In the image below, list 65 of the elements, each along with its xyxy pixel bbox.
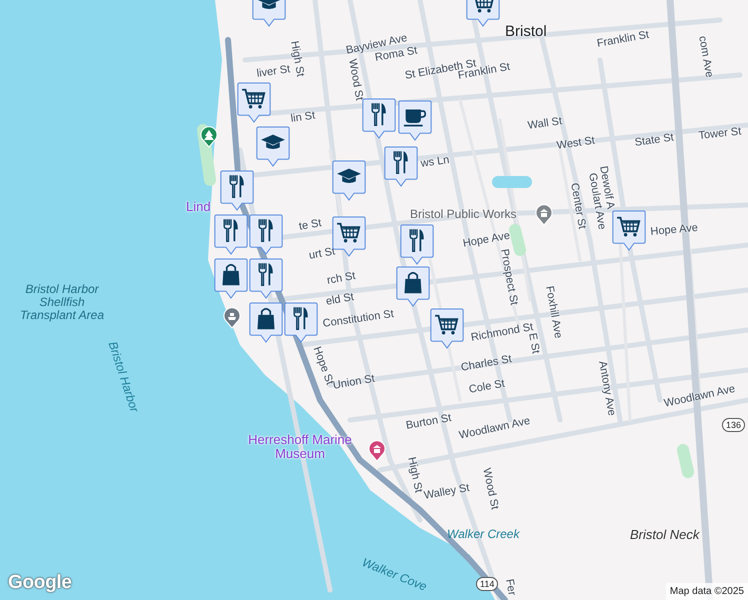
- street-label: Woodlawn Ave: [663, 382, 736, 410]
- town-label: Bristol: [505, 24, 547, 40]
- street-label: Constitution St: [322, 308, 395, 330]
- area-label: Bristol Neck: [630, 528, 700, 542]
- route-shield: 114: [476, 577, 498, 591]
- street-label: Wall St: [527, 115, 563, 132]
- street-label: rch St: [326, 270, 356, 287]
- street-label: eld St: [325, 291, 355, 308]
- boat-icon[interactable]: [223, 307, 241, 329]
- street-label: Antony Ave: [596, 360, 618, 417]
- water-label: Walker Cove: [360, 556, 428, 594]
- fork-knife-pin-icon[interactable]: [214, 214, 248, 255]
- cart-pin-icon[interactable]: [430, 308, 464, 349]
- street-label: liver St: [256, 63, 291, 80]
- street-label: Hope Ave: [650, 222, 698, 238]
- street-label: Center St: [568, 182, 588, 230]
- street-label: lin St: [290, 110, 316, 125]
- water-label: Bristol Harbor: [105, 340, 141, 414]
- street-label: West St: [556, 134, 596, 152]
- street-label: urt St: [308, 245, 336, 262]
- graduation-cap-pin-icon[interactable]: [332, 160, 366, 201]
- street-label: Tower St: [698, 126, 742, 142]
- fork-knife-pin-icon[interactable]: [249, 214, 283, 255]
- map-attribution: Map data ©2025: [666, 583, 748, 600]
- bag-pin-icon[interactable]: [396, 266, 430, 307]
- map-logo: Google: [8, 570, 72, 594]
- street-label: Fer: [503, 578, 518, 596]
- street-label: te St: [298, 217, 322, 233]
- graduation-cap-pin-icon[interactable]: [256, 126, 290, 167]
- cart-pin-icon[interactable]: [612, 210, 646, 251]
- street-label: Burton St: [405, 412, 452, 432]
- street-label: Foxhill Ave: [543, 285, 564, 340]
- bag-pin-icon[interactable]: [214, 258, 248, 299]
- street-label: Hope Ave: [462, 230, 511, 250]
- street-label: Walley St: [423, 482, 470, 502]
- street-label: High St: [405, 456, 424, 494]
- bag-pin-icon[interactable]: [249, 302, 283, 343]
- map-view[interactable]: [0, 0, 748, 600]
- fork-knife-pin-icon[interactable]: [384, 146, 418, 187]
- building-icon[interactable]: [535, 204, 553, 226]
- fork-knife-pin-icon[interactable]: [284, 302, 318, 343]
- street-label: ws Ln: [420, 154, 450, 170]
- tree-icon[interactable]: [200, 126, 218, 148]
- street-label: com Ave: [696, 35, 716, 78]
- street-label: E St: [526, 332, 542, 355]
- street-label: Woodlawn Ave: [458, 414, 532, 442]
- water-label: Walker Creek: [447, 528, 520, 542]
- fork-knife-pin-icon[interactable]: [220, 170, 254, 211]
- museum-icon[interactable]: [368, 440, 386, 462]
- place-label: Bristol Public Works: [410, 208, 516, 222]
- street-label: Franklin St: [596, 28, 650, 50]
- cup-pin-icon[interactable]: [398, 100, 432, 141]
- street-label: Wood St: [346, 58, 366, 102]
- street-label: Wood St: [480, 467, 501, 511]
- route-shield: 136: [722, 418, 746, 432]
- street-label: Cole St: [468, 378, 506, 396]
- street-label: Charles St: [460, 353, 513, 374]
- street-label: Prospect St: [498, 248, 520, 306]
- street-label: State St: [634, 132, 674, 149]
- fork-knife-pin-icon[interactable]: [249, 258, 283, 299]
- cart-pin-icon[interactable]: [237, 82, 271, 123]
- area-label: Bristol Harbor Shellfish Transplant Area: [18, 283, 106, 323]
- fork-knife-pin-icon[interactable]: [400, 224, 434, 265]
- fork-knife-pin-icon[interactable]: [362, 98, 396, 139]
- place-label: Lind: [186, 200, 211, 214]
